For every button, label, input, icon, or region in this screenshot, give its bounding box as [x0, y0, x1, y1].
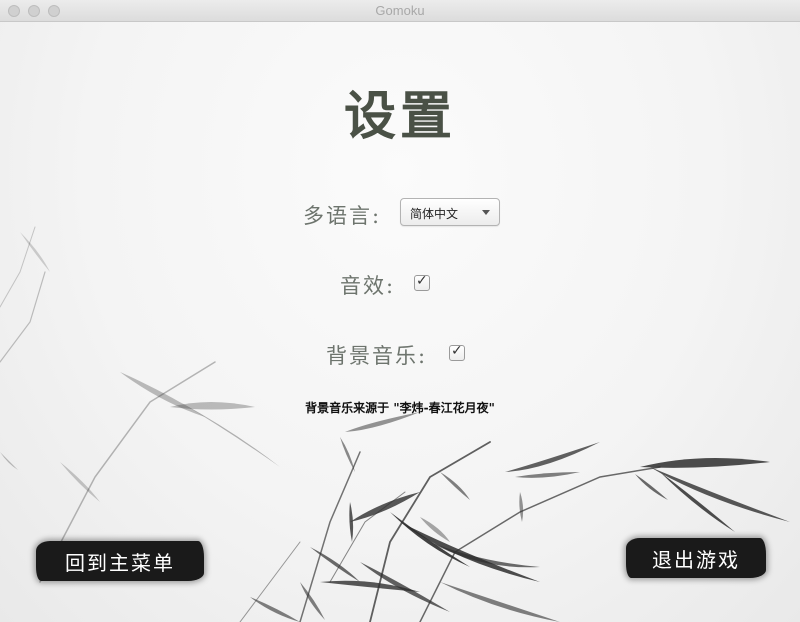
- window-title: Gomoku: [375, 3, 425, 18]
- settings-screen: 设置 多语言: 简体中文 音效: ✓ 背景音乐: ✓ 背景音乐来源于 "李炜-春…: [0, 22, 800, 622]
- exit-game-button[interactable]: 退出游戏: [626, 538, 766, 578]
- sound-effects-checkbox[interactable]: ✓: [414, 273, 430, 291]
- window-titlebar: Gomoku: [0, 0, 800, 22]
- background-music-checkbox[interactable]: ✓: [449, 343, 465, 361]
- checkmark-icon: ✓: [416, 273, 428, 289]
- sound-effects-label: 音效:: [340, 274, 396, 298]
- checkmark-icon: ✓: [451, 343, 463, 359]
- music-credit-text: 背景音乐来源于 "李炜-春江花月夜": [305, 401, 495, 415]
- page-title: 设置: [343, 86, 456, 147]
- language-label: 多语言:: [303, 204, 382, 228]
- chevron-down-icon: [482, 210, 490, 215]
- language-select-value: 简体中文: [410, 207, 459, 221]
- back-to-menu-button[interactable]: 回到主菜单: [36, 541, 204, 581]
- language-select[interactable]: 简体中文: [400, 198, 500, 226]
- background-music-label: 背景音乐:: [326, 344, 428, 368]
